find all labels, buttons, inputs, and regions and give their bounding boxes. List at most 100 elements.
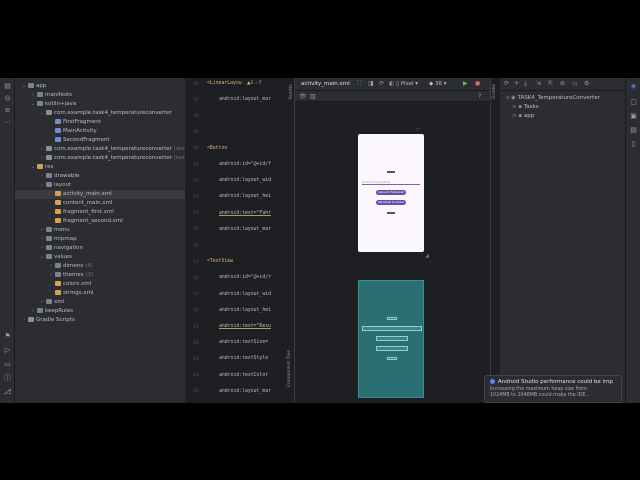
blueprint-button-1[interactable]: [376, 336, 408, 341]
tab-menu-icon[interactable]: ⋮: [348, 80, 354, 86]
problems-icon[interactable]: ⓘ: [3, 374, 12, 383]
add-icon[interactable]: +: [514, 80, 519, 87]
project-tree-item[interactable]: ⌄ com.example.task4_temperatureconverter: [15, 109, 185, 118]
project-tree-item[interactable]: › dimens (4): [15, 262, 185, 271]
code-line[interactable]: android:textStyle: [219, 356, 268, 361]
project-tree-item[interactable]: colors.xml: [15, 280, 185, 289]
project-tree-item[interactable]: › keepRules: [15, 307, 185, 316]
chevron-right-icon[interactable]: ›: [39, 145, 45, 154]
project-icon[interactable]: ▤: [3, 82, 12, 91]
chevron-down-icon[interactable]: ⌄: [30, 100, 36, 109]
code-line[interactable]: android:text="Fahr: [219, 211, 271, 216]
more-tools-icon[interactable]: ⋯: [3, 118, 12, 127]
resize-handle-icon[interactable]: ◢: [425, 253, 429, 259]
tab-activity-main[interactable]: activity_main.xml: [301, 81, 350, 87]
version-control-icon[interactable]: ⎇: [3, 388, 12, 397]
code-line[interactable]: <TextView: [207, 259, 233, 264]
emulator-icon[interactable]: ▤: [629, 126, 638, 135]
project-tree-item[interactable]: SecondFragment: [15, 136, 185, 145]
code-line[interactable]: android:layout_mar: [219, 97, 271, 102]
project-tree-item[interactable]: ⌄ res: [15, 163, 185, 172]
notifications-icon[interactable]: ▯: [629, 140, 638, 149]
help-icon[interactable]: ?: [478, 93, 481, 100]
chevron-right-icon[interactable]: ›: [30, 91, 36, 100]
code-line[interactable]: android:id="@+id/f: [219, 162, 271, 167]
project-tree-item[interactable]: strings.xml: [15, 289, 185, 298]
project-tree-item[interactable]: ⌄ values: [15, 253, 185, 262]
celsius-to-fahrenheit-button[interactable]: Celsius to Fahrenheit: [376, 190, 406, 195]
inspection-indicator[interactable]: ▲2 ✓7: [247, 81, 261, 86]
project-tree-item[interactable]: › com.example.task4_temperatureconverter(…: [15, 145, 185, 154]
run-icon[interactable]: ▷: [3, 346, 12, 355]
project-tree-item[interactable]: ⌄ kotlin+java: [15, 100, 185, 109]
orientation-icon[interactable]: ⟳: [379, 80, 384, 87]
project-tree-item[interactable]: › menu: [15, 226, 185, 235]
running-devices-icon[interactable]: ▣: [629, 112, 638, 121]
blueprint-preview[interactable]: [358, 280, 424, 398]
expand-icon[interactable]: ⇲: [536, 80, 541, 87]
chevron-down-icon[interactable]: ⌄: [30, 163, 36, 172]
blueprint-button-2[interactable]: [376, 346, 408, 351]
project-tree-item[interactable]: MainActivity: [15, 127, 185, 136]
fahrenheit-to-celsius-button[interactable]: Fahrenheit to Celsius: [376, 200, 406, 205]
commit-icon[interactable]: ◎: [3, 94, 12, 103]
project-tree-item[interactable]: ⌄ app: [15, 82, 185, 91]
code-line[interactable]: android:layout_mar: [219, 389, 271, 394]
gradle-item-app[interactable]: > ▪ app: [512, 113, 534, 119]
project-tree-item[interactable]: ⌄ layout: [15, 181, 185, 190]
project-tree-item[interactable]: fragment_first.xml: [15, 208, 185, 217]
sync-icon[interactable]: ⟳: [504, 80, 509, 87]
gradle-item-tasks[interactable]: > ▪ Tasks: [512, 104, 539, 110]
blueprint-toggle-icon[interactable]: ◨: [368, 80, 374, 87]
chevron-right-icon[interactable]: ›: [39, 244, 45, 253]
download-icon[interactable]: ⤓: [524, 80, 527, 88]
project-tree-item[interactable]: fragment_second.xml: [15, 217, 185, 226]
xml-code-editor[interactable]: 46 47 48 49 50 51 52 53 54 55 56 57 58 59 60 61 62 63 64 65…: [185, 78, 285, 403]
project-tree-item[interactable]: › mipmap: [15, 235, 185, 244]
code-line[interactable]: android:text="Resu: [219, 324, 271, 329]
toggle-offline-icon[interactable]: ⊘: [560, 80, 565, 87]
code-line[interactable]: <LinearLayou: [207, 81, 242, 86]
project-tree-item[interactable]: › xml: [15, 298, 185, 307]
execute-task-icon[interactable]: ▭: [572, 80, 578, 87]
component-tree-tab[interactable]: Component Tree: [287, 350, 292, 387]
chevron-down-icon[interactable]: ⌄: [39, 181, 45, 190]
chevron-down-icon[interactable]: ⌄: [39, 109, 45, 118]
gradle-icon[interactable]: ◈: [629, 82, 638, 91]
code-line[interactable]: android:layout_wid: [219, 292, 271, 297]
terminal-icon[interactable]: ▭: [3, 360, 12, 369]
eye-icon[interactable]: 👁: [299, 93, 307, 100]
stop-icon[interactable]: ●: [475, 80, 480, 87]
project-tree-item[interactable]: › manifests: [15, 91, 185, 100]
code-line[interactable]: android:layout_hei: [219, 194, 271, 199]
chevron-right-icon[interactable]: ›: [30, 307, 36, 316]
chevron-right-icon[interactable]: ›: [39, 235, 45, 244]
title-textview-placeholder[interactable]: [387, 171, 395, 173]
blueprint-title[interactable]: [387, 317, 397, 320]
code-line[interactable]: android:id="@+id/r: [219, 275, 271, 280]
performance-notification[interactable]: Android Studio performance could be imp …: [484, 375, 622, 403]
project-tree-item[interactable]: FirstFragment: [15, 118, 185, 127]
code-line[interactable]: android:layout_mar: [219, 227, 271, 232]
device-manager-icon[interactable]: ▢: [629, 98, 638, 107]
code-line[interactable]: android:textSize=: [219, 340, 268, 345]
split-view-icon[interactable]: ▥: [310, 93, 316, 100]
project-tree-item[interactable]: › navigation: [15, 244, 185, 253]
phone-design-preview[interactable]: Enter temperature Celsius to Fahrenheit …: [358, 134, 424, 252]
chevron-right-icon[interactable]: ›: [39, 298, 45, 307]
project-tree-item[interactable]: › Gradle Scripts: [15, 316, 185, 325]
project-tree-item[interactable]: content_main.xml: [15, 199, 185, 208]
device-selector[interactable]: ▯ Pixel ▾: [396, 81, 418, 87]
structure-icon[interactable]: ≡: [3, 106, 12, 115]
chevron-right-icon[interactable]: ›: [39, 154, 45, 163]
project-tree-item[interactable]: › drawable: [15, 172, 185, 181]
gradle-side-tab[interactable]: Gradle: [492, 84, 497, 99]
chevron-right-icon[interactable]: ›: [48, 271, 54, 280]
result-textview-placeholder[interactable]: [387, 212, 395, 214]
settings-icon[interactable]: ⚙: [584, 80, 589, 87]
run-preview-icon[interactable]: ▶: [463, 80, 468, 87]
pin-icon[interactable]: ◇: [416, 126, 419, 131]
collapse-icon[interactable]: ⇱: [548, 80, 553, 87]
gradle-root[interactable]: v ◉ TASK4_TemperatureConverter: [506, 95, 600, 101]
code-line[interactable]: android:layout_wid: [219, 178, 271, 183]
